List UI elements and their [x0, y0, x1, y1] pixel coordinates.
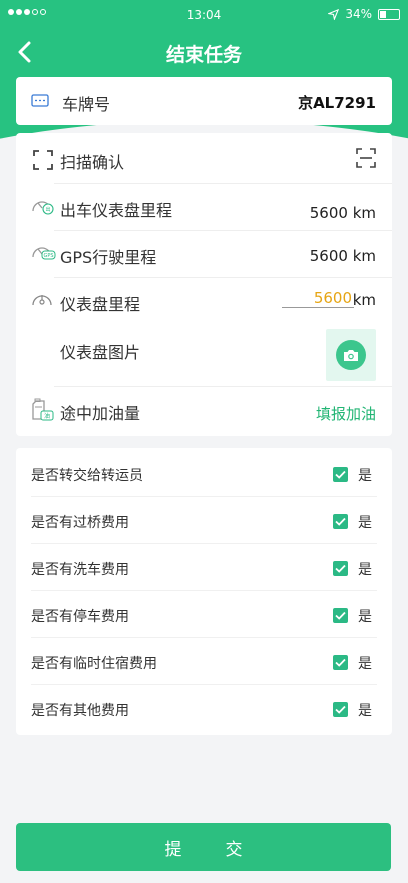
gps-speedometer-icon: GPS [32, 247, 56, 260]
option-yes[interactable]: 是 [358, 559, 372, 579]
question-row: 是否有临时住宿费用 是 [16, 638, 392, 685]
checkbox-checked-icon[interactable] [333, 655, 348, 670]
odometer-input[interactable] [282, 289, 354, 308]
scan-frame-icon [33, 150, 53, 170]
camera-icon [344, 349, 358, 361]
mileage-card: 扫描确认 出 出车仪表盘里程 5600 km GPS GPS行驶里程 5600 … [16, 133, 392, 436]
odometer-photo-button[interactable] [326, 329, 376, 381]
page-title: 结束任务 [165, 44, 242, 66]
gps-mileage-label: GPS行驶里程 [60, 248, 157, 267]
option-yes[interactable]: 是 [358, 700, 372, 720]
fuel-can-icon: 油 [32, 398, 54, 421]
departure-mileage-row: 出 出车仪表盘里程 5600 km [16, 183, 392, 230]
svg-text:出: 出 [45, 206, 50, 213]
question-label: 是否有临时住宿费用 [31, 656, 157, 672]
fuel-row: 油 途中加油量 填报加油 [16, 386, 392, 436]
fuel-label: 途中加油量 [60, 404, 141, 423]
location-arrow-icon [328, 8, 340, 20]
odometer-icon [32, 295, 52, 306]
odometer-unit: km [352, 291, 376, 309]
checkbox-checked-icon[interactable] [333, 467, 348, 482]
question-row: 是否转交给转运员 是 [16, 450, 392, 497]
status-bar: 13:04 34% [0, 0, 408, 30]
checkbox-checked-icon[interactable] [333, 702, 348, 717]
odometer-row: 仪表盘里程 km [16, 277, 392, 323]
question-label: 是否有过桥费用 [31, 515, 129, 531]
scan-icon[interactable] [356, 148, 376, 168]
odometer-photo-label: 仪表盘图片 [60, 343, 141, 362]
question-label: 是否有停车费用 [31, 609, 129, 625]
plate-label: 车牌号 [62, 95, 111, 114]
nav-bar: 结束任务 [0, 30, 408, 74]
scan-label: 扫描确认 [60, 153, 125, 172]
submit-button[interactable]: 提交 [16, 823, 391, 871]
scan-row[interactable]: 扫描确认 [16, 133, 392, 183]
option-yes[interactable]: 是 [358, 653, 372, 673]
option-yes[interactable]: 是 [358, 465, 372, 485]
plate-value: 京AL7291 [298, 94, 376, 112]
checkbox-checked-icon[interactable] [333, 608, 348, 623]
speedometer-icon: 出 [32, 201, 54, 215]
checkbox-checked-icon[interactable] [333, 561, 348, 576]
question-row: 是否有停车费用 是 [16, 591, 392, 638]
plate-card: 车牌号 京AL7291 [16, 77, 392, 125]
odometer-label: 仪表盘里程 [60, 295, 141, 314]
question-label: 是否有洗车费用 [31, 562, 129, 578]
option-yes[interactable]: 是 [358, 512, 372, 532]
svg-text:油: 油 [44, 412, 50, 420]
battery-percent: 34% [345, 7, 372, 21]
report-fuel-link[interactable]: 填报加油 [316, 403, 376, 424]
question-row: 是否有其他费用 是 [16, 685, 392, 732]
question-row: 是否有过桥费用 是 [16, 497, 392, 544]
departure-mileage-label: 出车仪表盘里程 [60, 201, 173, 220]
question-row: 是否有洗车费用 是 [16, 544, 392, 591]
question-label: 是否转交给转运员 [31, 468, 143, 484]
gps-mileage-value: 5600 km [309, 247, 376, 265]
expense-checklist: 是否转交给转运员 是 是否有过桥费用 是 是否有洗车费用 是 是否有停车费用 是… [16, 448, 392, 735]
battery-icon [378, 8, 400, 20]
gps-mileage-row: GPS GPS行驶里程 5600 km [16, 230, 392, 277]
departure-mileage-value: 5600 km [309, 204, 376, 222]
checkbox-checked-icon[interactable] [333, 514, 348, 529]
option-yes[interactable]: 是 [358, 606, 372, 626]
license-plate-icon [31, 94, 49, 107]
question-label: 是否有其他费用 [31, 703, 129, 719]
svg-text:GPS: GPS [43, 253, 53, 259]
